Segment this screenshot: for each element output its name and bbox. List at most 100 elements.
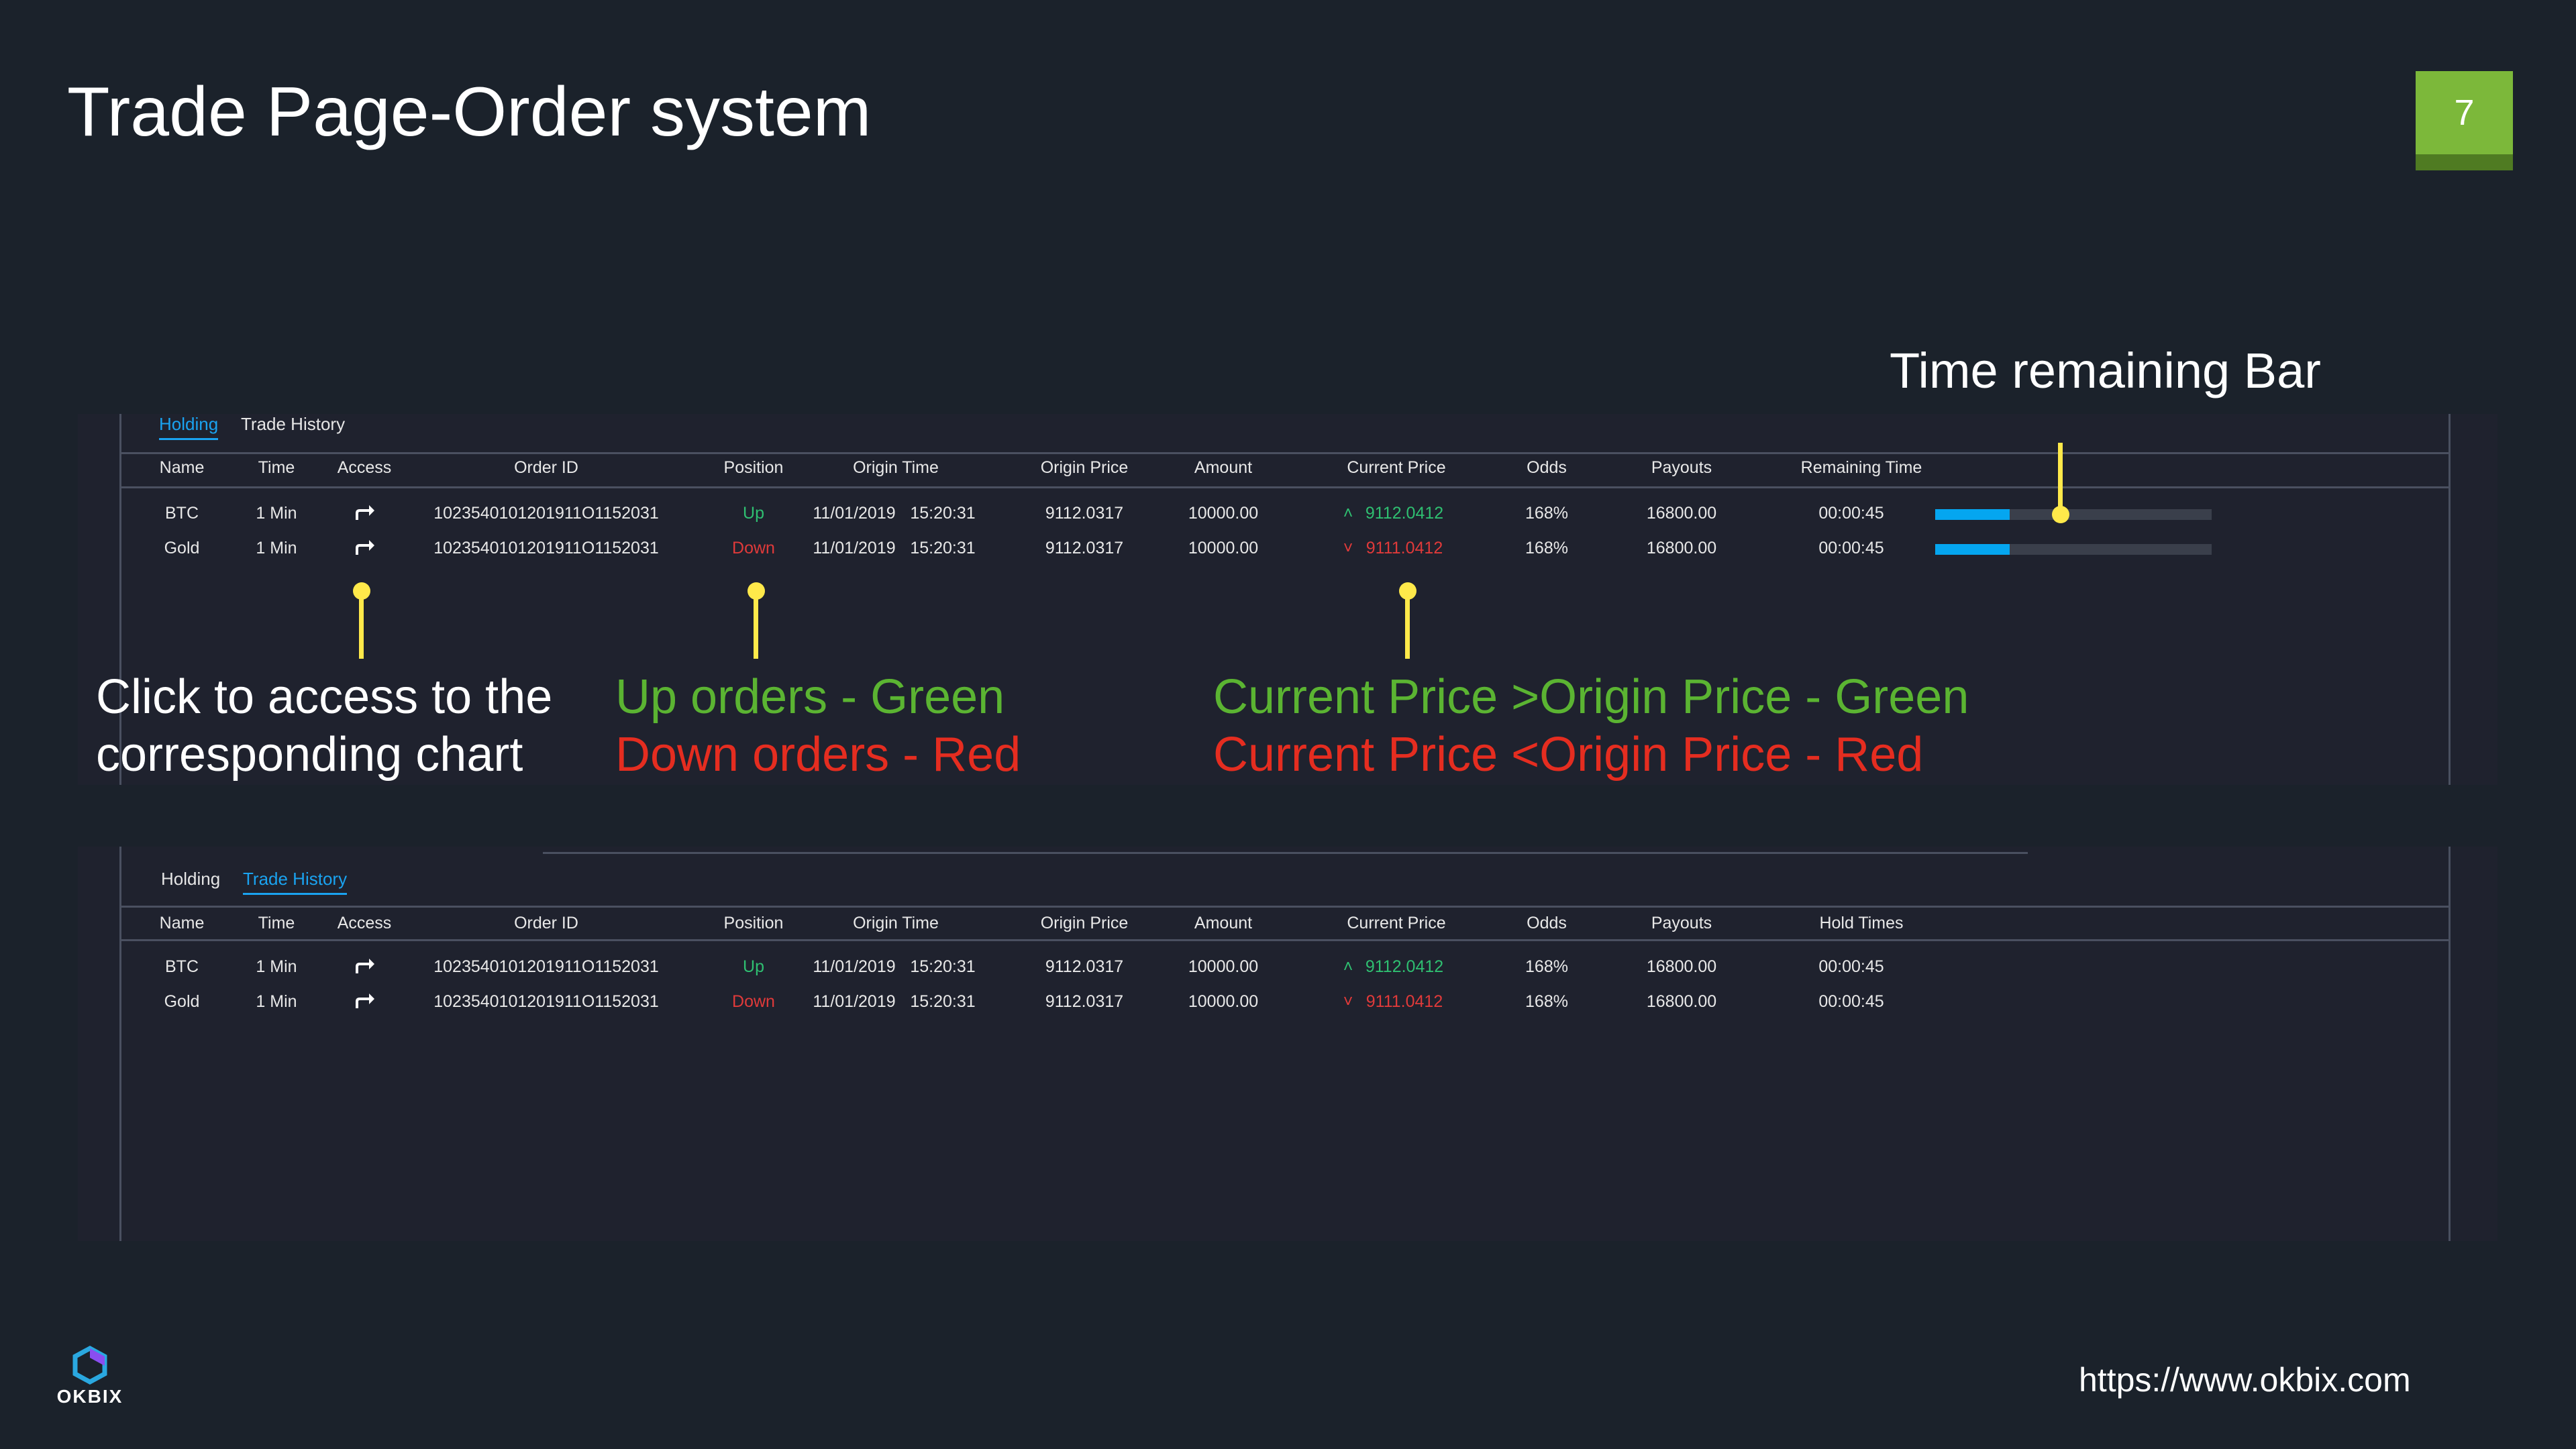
column-header: Odds <box>1527 914 1567 932</box>
share-arrow-icon[interactable] <box>353 537 376 556</box>
history-panel: Holding Trade History Name Time Access Orde… <box>78 847 2497 1241</box>
row-name: Gold <box>164 992 200 1011</box>
column-header: Name <box>159 458 205 477</box>
row-payouts: 16800.00 <box>1646 992 1717 1011</box>
tab-trade-history[interactable]: Trade History <box>243 869 348 895</box>
row-position: Up <box>743 957 764 976</box>
row-position: Up <box>743 504 764 523</box>
row-origin-date: 11/01/2019 <box>813 957 896 976</box>
price-up-caret-icon: ˄ <box>1343 957 1353 976</box>
row-current-price: 9112.0412 <box>1365 957 1444 976</box>
column-header: Position <box>723 914 784 932</box>
column-header: Order ID <box>514 458 578 477</box>
row-origin-price: 9112.0317 <box>1045 957 1124 976</box>
time-remaining-bar-fill <box>1935 544 2010 555</box>
row-hold-time: 00:00:45 <box>1818 957 1884 976</box>
time-remaining-bar <box>1935 544 2212 555</box>
row-origin-price: 9112.0317 <box>1045 992 1124 1011</box>
row-time: 1 Min <box>256 992 297 1011</box>
row-odds: 168% <box>1525 957 1568 976</box>
row-origin-price: 9112.0317 <box>1045 504 1124 523</box>
column-header: Remaining Time <box>1800 458 1922 477</box>
callout-dot-time-bar <box>2052 506 2069 523</box>
column-header: Order ID <box>514 914 578 932</box>
footer-url[interactable]: https://www.okbix.com <box>2079 1360 2411 1399</box>
row-payouts: 16800.00 <box>1646 957 1717 976</box>
row-origin-date: 11/01/2019 <box>813 992 896 1011</box>
callout-line-price <box>1405 590 1410 659</box>
row-time: 1 Min <box>256 539 297 557</box>
row-name: Gold <box>164 539 200 557</box>
callout-dot-position <box>748 582 765 600</box>
logo-text: OKBIX <box>56 1386 123 1407</box>
row-time: 1 Min <box>256 504 297 523</box>
tab-holding-label: Holding <box>159 414 219 434</box>
callout-line-access <box>359 590 364 659</box>
page-number-badge: 7 <box>2416 71 2513 170</box>
okbix-hexagon-icon <box>72 1346 107 1385</box>
row-amount: 10000.00 <box>1188 957 1259 976</box>
price-up-caret-icon: ˄ <box>1343 504 1353 523</box>
column-header: Amount <box>1194 458 1253 477</box>
panel-top-border <box>543 852 2028 854</box>
row-origin-date: 11/01/2019 <box>813 539 896 557</box>
tabs-divider <box>119 452 2451 454</box>
column-header: Access <box>337 914 392 932</box>
row-remaining-time: 00:00:45 <box>1818 504 1884 523</box>
row-hold-time: 00:00:45 <box>1818 992 1884 1011</box>
column-header: Access <box>337 458 392 477</box>
row-origin-clock: 15:20:31 <box>910 504 976 523</box>
annotation-down-orders: Down orders - Red <box>615 728 1021 782</box>
row-current-price: 9111.0412 <box>1366 992 1443 1011</box>
column-header: Odds <box>1527 458 1567 477</box>
price-down-caret-icon: ˅ <box>1343 539 1353 557</box>
row-position: Down <box>732 992 775 1011</box>
tab-trade-history-label: Trade History <box>243 869 348 889</box>
annotation-up-orders: Up orders - Green <box>615 670 1005 724</box>
tab-trade-history-label: Trade History <box>241 414 346 434</box>
row-payouts: 16800.00 <box>1646 539 1717 557</box>
callout-line-time-bar <box>2058 443 2063 514</box>
share-arrow-icon[interactable] <box>353 991 376 1010</box>
share-arrow-icon[interactable] <box>353 956 376 975</box>
row-odds: 168% <box>1525 504 1568 523</box>
row-odds: 168% <box>1525 539 1568 557</box>
time-remaining-bar <box>1935 509 2212 520</box>
row-amount: 10000.00 <box>1188 539 1259 557</box>
row-current-price: 9112.0412 <box>1365 504 1444 523</box>
row-name: BTC <box>165 504 199 523</box>
time-remaining-bar-fill <box>1935 509 2010 520</box>
row-origin-price: 9112.0317 <box>1045 539 1124 557</box>
column-header: Origin Price <box>1040 914 1129 932</box>
row-odds: 168% <box>1525 992 1568 1011</box>
annotation-price-up: Current Price >Origin Price - Green <box>1213 670 1969 724</box>
callout-dot-access <box>353 582 370 600</box>
annotation-price-down: Current Price <Origin Price - Red <box>1213 728 1924 782</box>
page-number: 7 <box>2454 93 2475 133</box>
slide-title: Trade Page-Order system <box>67 73 872 151</box>
badge-strip <box>2416 154 2513 170</box>
share-arrow-icon[interactable] <box>353 502 376 521</box>
header-divider <box>119 486 2451 488</box>
row-origin-clock: 15:20:31 <box>910 539 976 557</box>
tabs-divider <box>119 906 2451 908</box>
annotation-access-line1: Click to access to the <box>96 670 553 724</box>
column-header: Amount <box>1194 914 1253 932</box>
row-time: 1 Min <box>256 957 297 976</box>
row-order-id: 1023540101201911O1152031 <box>433 992 659 1011</box>
callout-line-position <box>754 590 758 659</box>
annotation-access-line2: corresponding chart <box>96 728 523 782</box>
column-header: Origin Time <box>853 914 939 932</box>
tab-trade-history[interactable]: Trade History <box>241 414 345 435</box>
tab-holding-label: Holding <box>161 869 221 889</box>
tab-holding[interactable]: Holding <box>161 869 220 890</box>
column-header: Payouts <box>1651 458 1712 477</box>
active-tab-underline <box>159 438 219 440</box>
header-divider <box>119 939 2451 941</box>
tab-holding[interactable]: Holding <box>159 414 219 440</box>
row-amount: 10000.00 <box>1188 992 1259 1011</box>
row-payouts: 16800.00 <box>1646 504 1717 523</box>
column-header: Current Price <box>1347 458 1446 477</box>
column-header: Current Price <box>1347 914 1446 932</box>
callout-dot-price <box>1399 582 1416 600</box>
